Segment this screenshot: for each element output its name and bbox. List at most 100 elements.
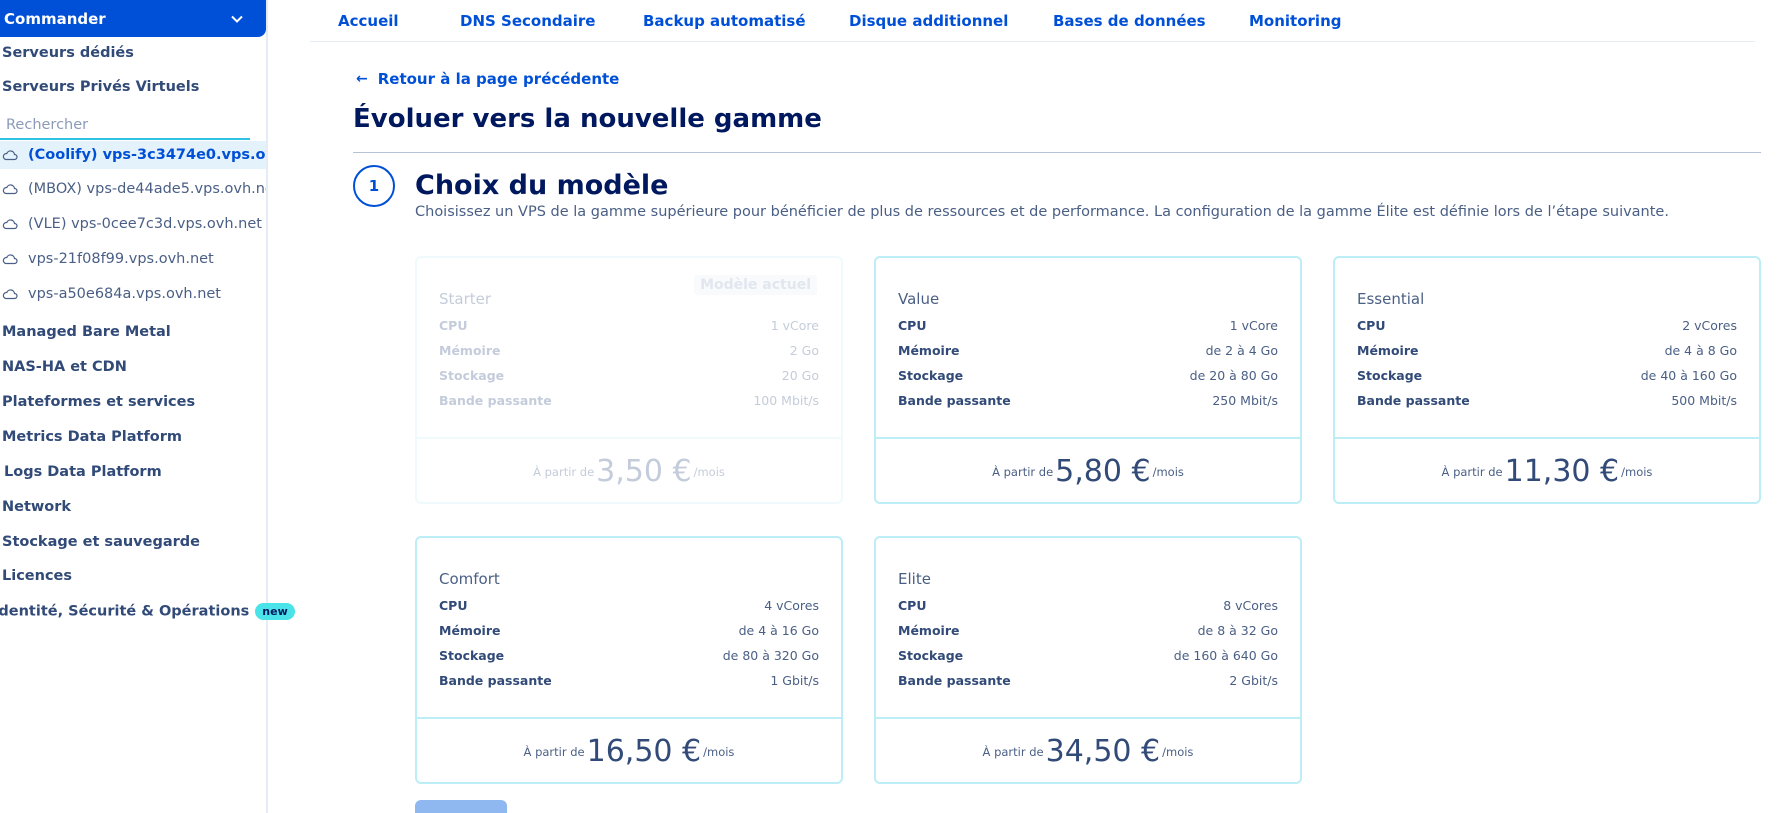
sidebar-item-nas-ha-cdn[interactable]: NAS-HA et CDN [2,359,127,375]
back-link[interactable]: ← Retour à la page précédente [356,70,619,88]
spec-value: 2 Gbit/s [1229,673,1278,688]
vps-list-item[interactable]: (VLE) vps-0cee7c3d.vps.ovh.net [0,210,266,238]
spec-label: Mémoire [1357,343,1419,358]
plan-specs: CPU 2 vCores Mémoire de 4 à 8 Go Stockage d… [1357,313,1737,413]
cloud-icon [2,184,18,195]
spec-row: Stockage de 40 à 160 Go [1357,363,1737,388]
plan-card-elite[interactable]: Elite CPU 8 vCores Mémoire de 8 à 32 Go St… [874,536,1302,784]
sidebar-item-label: Identité, Sécurité & Opérations [0,603,250,620]
price-suffix: /mois [703,744,735,759]
spec-label: CPU [898,318,927,333]
tab-bases-de-donnees[interactable]: Bases de données [1053,12,1206,30]
sidebar-item-serveurs-dedies[interactable]: Serveurs dédiés [2,45,134,61]
commander-button[interactable]: Commander [0,0,266,37]
spec-label: CPU [898,598,927,613]
sidebar-search [0,112,250,140]
page-title: Évoluer vers la nouvelle gamme [353,104,822,134]
plan-name: Starter [439,290,492,308]
spec-row: Stockage de 80 à 320 Go [439,643,819,668]
step-number: 1 [353,165,395,207]
vps-list-item[interactable]: (Coolify) vps-3c3474e0.vps.ovh.net [0,141,266,169]
spec-row: CPU 1 vCore [898,313,1278,338]
plan-price: À partir de 16,50 € /mois [417,717,841,784]
chevron-down-icon [231,15,243,23]
spec-row: Bande passante 500 Mbit/s [1357,388,1737,413]
spec-value: 2 vCores [1682,318,1737,333]
tab-accueil[interactable]: Accueil [338,12,399,30]
plan-price: À partir de 34,50 € /mois [876,717,1300,784]
plan-name: Elite [898,570,931,588]
spec-row: CPU 8 vCores [898,593,1278,618]
spec-row: Bande passante 250 Mbit/s [898,388,1278,413]
spec-row: Bande passante 1 Gbit/s [439,668,819,693]
spec-label: Mémoire [439,623,501,638]
plan-specs: CPU 1 vCore Mémoire de 2 à 4 Go Stockage de… [898,313,1278,413]
tab-dns-secondaire[interactable]: DNS Secondaire [460,12,595,30]
tab-disque-additionnel[interactable]: Disque additionnel [849,12,1008,30]
tab-monitoring[interactable]: Monitoring [1249,12,1341,30]
spec-label: CPU [1357,318,1386,333]
price-prefix: À partir de [1441,464,1503,479]
price-suffix: /mois [1621,464,1653,479]
price-value: 3,50 € [596,454,692,489]
spec-value: 20 Go [781,368,819,383]
top-tabs: Accueil DNS Secondaire Backup automatisé… [310,0,1755,42]
sidebar-item-licences[interactable]: Licences [2,568,72,584]
spec-label: Stockage [439,368,505,383]
spec-label: Bande passante [898,673,1011,688]
vps-list-item[interactable]: vps-a50e684a.vps.ovh.net [0,280,266,308]
vps-list-item[interactable]: (MBOX) vps-de44ade5.vps.ovh.net [0,175,266,203]
price-suffix: /mois [693,464,725,479]
plan-card-essential[interactable]: Essential CPU 2 vCores Mémoire de 4 à 8 Go… [1333,256,1761,504]
current-model-badge: Modèle actuel [694,275,817,295]
spec-value: de 20 à 80 Go [1189,368,1278,383]
price-prefix: À partir de [992,464,1054,479]
sidebar-item-network[interactable]: Network [2,499,71,515]
plan-card-value[interactable]: Value CPU 1 vCore Mémoire de 2 à 4 Go Stoc… [874,256,1302,504]
spec-row: CPU 4 vCores [439,593,819,618]
sidebar-item-serveurs-prives-virtuels[interactable]: Serveurs Privés Virtuels [2,79,199,95]
price-prefix: À partir de [982,744,1044,759]
spec-row: Bande passante 2 Gbit/s [898,668,1278,693]
sidebar-item-identite-securite[interactable]: Identité, Sécurité & Opérations new [0,603,295,620]
sidebar-item-managed-bare-metal[interactable]: Managed Bare Metal [2,324,171,340]
plan-price: À partir de 3,50 € /mois [417,437,841,504]
cloud-icon [2,150,18,161]
plan-specs: CPU 8 vCores Mémoire de 8 à 32 Go Stockage… [898,593,1278,693]
sidebar-item-plateformes-services[interactable]: Plateformes et services [2,394,195,410]
sidebar: Commander Serveurs dédiés Serveurs Privé… [0,0,295,813]
spec-value: de 2 à 4 Go [1205,343,1278,358]
spec-label: CPU [439,318,468,333]
spec-label: Mémoire [898,343,960,358]
spec-row: Stockage de 20 à 80 Go [898,363,1278,388]
cloud-icon [2,289,18,300]
spec-row: Stockage de 160 à 640 Go [898,643,1278,668]
sidebar-item-stockage-sauvegarde[interactable]: Stockage et sauvegarde [2,534,200,550]
spec-row: Stockage 20 Go [439,363,819,388]
vps-label: (VLE) vps-0cee7c3d.vps.ovh.net [28,216,262,232]
divider [353,152,1761,153]
plan-price: À partir de 5,80 € /mois [876,437,1300,504]
spec-value: 1 Gbit/s [770,673,819,688]
plan-card-comfort[interactable]: Comfort CPU 4 vCores Mémoire de 4 à 16 Go … [415,536,843,784]
spec-value: 1 vCore [770,318,819,333]
vps-list-item[interactable]: vps-21f08f99.vps.ovh.net [0,245,266,273]
sidebar-item-metrics-data-platform[interactable]: Metrics Data Platform [2,429,182,445]
spec-value: 8 vCores [1223,598,1278,613]
price-value: 11,30 € [1504,454,1620,489]
tab-backup-automatise[interactable]: Backup automatisé [643,12,806,30]
price-suffix: /mois [1152,464,1184,479]
sidebar-item-logs-data-platform[interactable]: Logs Data Platform [4,464,162,480]
price-value: 5,80 € [1055,454,1151,489]
spec-value: 4 vCores [764,598,819,613]
arrow-left-icon: ← [356,71,368,87]
next-button[interactable] [415,800,507,813]
spec-value: 1 vCore [1229,318,1278,333]
new-badge: new [255,603,295,620]
spec-label: Stockage [898,648,964,663]
spec-value: de 8 à 32 Go [1197,623,1278,638]
spec-label: Bande passante [1357,393,1470,408]
vps-label: vps-a50e684a.vps.ovh.net [28,286,221,302]
plan-specs: CPU 1 vCore Mémoire 2 Go Stockage 20 Go Ban… [439,313,819,413]
search-input[interactable] [0,112,250,138]
